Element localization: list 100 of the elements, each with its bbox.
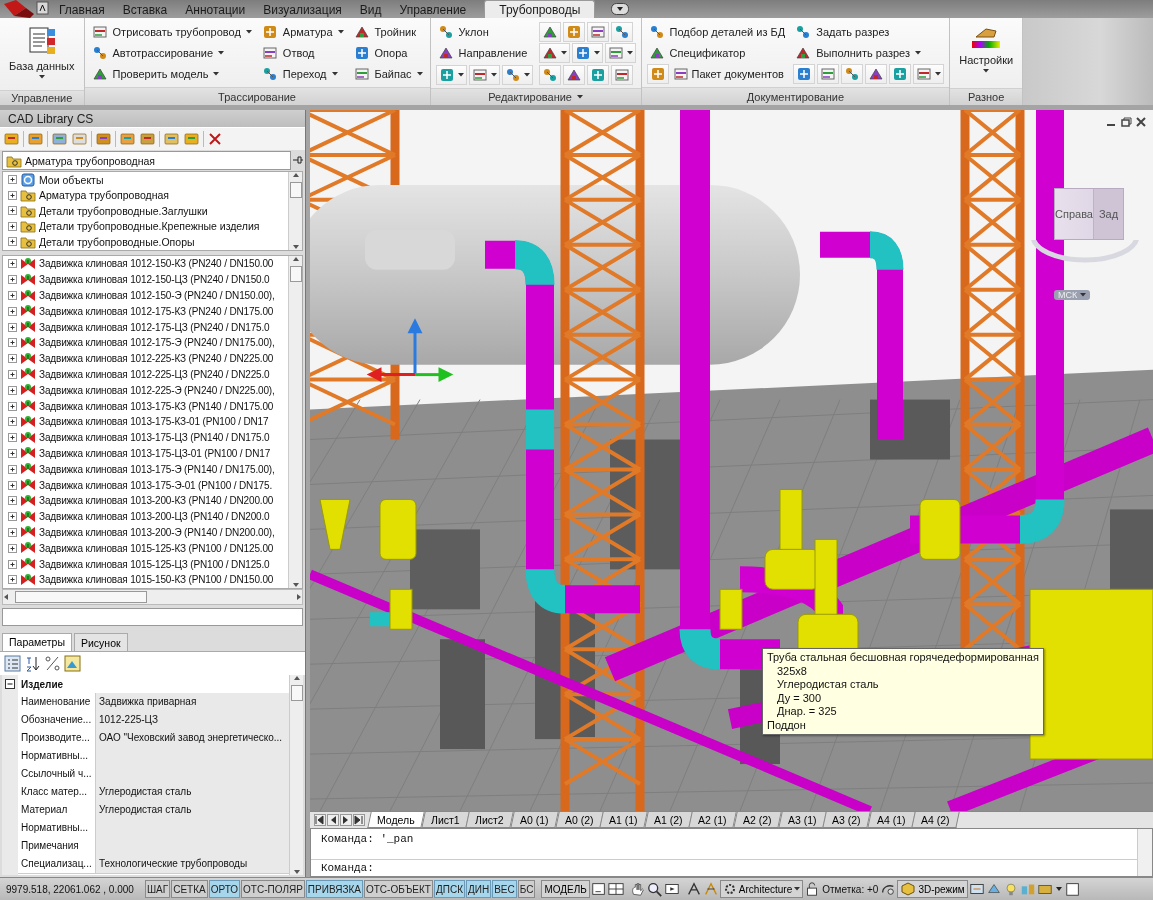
ribbon-tab[interactable]: Визуализация [255, 0, 350, 18]
scroll-down-icon[interactable] [292, 869, 301, 875]
expand-icon[interactable] [8, 338, 17, 348]
expand-icon[interactable] [8, 496, 17, 506]
ribbon-button[interactable]: Подбор деталей из БД [646, 21, 788, 42]
toolbar-tool-icon[interactable] [119, 130, 136, 148]
status-toggle-button[interactable]: ВЕС [492, 880, 517, 898]
expand-icon[interactable] [8, 417, 17, 427]
status-toggle-button[interactable]: ДИН [465, 880, 492, 898]
ribbon-large-button[interactable]: Настройки [955, 21, 1018, 85]
property-value[interactable]: Задвижка приварная [96, 692, 289, 712]
layout-tab[interactable]: Лист2 [465, 812, 514, 828]
layout-tab[interactable]: Модель [367, 812, 425, 828]
status-toggle-button[interactable]: СЕТКА [171, 880, 208, 898]
scroll-right-icon[interactable] [296, 593, 302, 601]
scroll-left-icon[interactable] [3, 593, 9, 601]
panel-title-button[interactable]: Редактирование [430, 88, 641, 105]
library-item[interactable]: Задвижка клиновая 1013-175-Э (PN140 / DN175.00), [3, 461, 288, 478]
vertical-scrollbar[interactable] [288, 172, 302, 250]
expand-icon[interactable] [8, 275, 17, 285]
layout-tab[interactable]: A4 (1) [867, 812, 916, 828]
ribbon-icon-button[interactable] [817, 63, 840, 84]
ribbon-icon-button[interactable] [468, 64, 500, 85]
tree-item[interactable]: Детали трубопроводные.Опоры [3, 234, 288, 250]
library-item[interactable]: Задвижка клиновая 1013-200-КЗ (PN140 / DN200.00 [3, 492, 288, 509]
expand-icon[interactable] [8, 385, 17, 395]
ribbon-icon-button[interactable] [501, 64, 533, 85]
library-item[interactable]: Задвижка клиновая 1012-225-Э (PN240 / DN225.00), [3, 382, 288, 399]
library-item[interactable]: Задвижка клиновая 1015-125-КЗ (PN100 / DN125.00 [3, 540, 288, 557]
expand-icon[interactable] [8, 190, 17, 200]
expand-icon[interactable] [8, 206, 17, 216]
library-item[interactable]: Задвижка клиновая 1012-175-Э (PN240 / DN175.00), [3, 335, 288, 351]
ribbon-button[interactable]: Спецификатор [646, 42, 788, 63]
expand-icon[interactable] [8, 401, 17, 411]
expand-icon[interactable] [8, 237, 17, 247]
ribbon-icon-button[interactable] [913, 63, 945, 84]
library-item[interactable]: Задвижка клиновая 1015-125-ЦЗ (PN100 / DN125.0 [3, 556, 288, 572]
layout-tab[interactable]: A3 (1) [777, 812, 826, 828]
status-toggle-button[interactable]: ШАГ [144, 880, 171, 898]
layout-tab[interactable]: A2 (2) [733, 812, 782, 828]
percent-icon[interactable] [44, 655, 61, 672]
showmotion-icon[interactable] [663, 881, 680, 897]
ribbon-button[interactable]: Направление [435, 42, 533, 64]
status-toggle-button[interactable]: БС [517, 880, 536, 898]
scroll-down-icon[interactable] [291, 244, 300, 250]
panel-tab[interactable]: Параметры [2, 633, 72, 651]
layout-icon[interactable] [590, 881, 607, 897]
ribbon-icon-button[interactable] [610, 21, 633, 42]
ribbon-button[interactable]: Проверить модель [89, 63, 254, 84]
ribbon-tab[interactable]: Вставка [114, 0, 176, 18]
pan-icon[interactable] [629, 881, 646, 897]
status-toggle-button[interactable]: ПРИВЯЗКА [305, 880, 363, 898]
library-item[interactable]: Задвижка клиновая 1012-175-КЗ (PN240 / DN175.00 [3, 303, 288, 320]
pin-icon[interactable] [291, 155, 303, 165]
scrollbar-thumb[interactable] [15, 591, 147, 603]
toolbar-tool-icon[interactable] [27, 130, 44, 148]
ribbon-icon-button[interactable] [604, 43, 636, 63]
layout-tab[interactable]: A0 (1) [510, 812, 559, 828]
library-item[interactable]: Задвижка клиновая 1013-200-Э (PN140 / DN200.00), [3, 524, 288, 541]
toolbar-tool-icon[interactable] [163, 130, 180, 148]
ribbon-icon-button[interactable] [538, 43, 570, 63]
command-prompt[interactable]: Команда: [311, 859, 1137, 876]
ribbon-button[interactable]: Арматура [259, 21, 346, 42]
ribbon-button[interactable]: Пакет документов [670, 63, 786, 84]
ribbon-icon-button[interactable] [841, 63, 864, 84]
clean-screen-icon[interactable] [1064, 881, 1081, 897]
tree-item[interactable]: Арматура трубопроводная [3, 187, 288, 203]
next-icon[interactable] [340, 814, 352, 826]
toolbar-tool-icon[interactable] [183, 130, 200, 148]
tree-item[interactable]: Детали трубопроводные.Крепежные изделия [3, 218, 288, 234]
layout-tab[interactable]: A4 (2) [911, 812, 960, 828]
expand-icon[interactable] [8, 322, 17, 332]
expand-icon[interactable] [8, 221, 17, 231]
library-item[interactable]: Задвижка клиновая 1013-175-Э-01 (PN100 / DN175. [3, 477, 288, 493]
ribbon-large-button[interactable]: База данных [5, 23, 79, 87]
expand-icon[interactable] [8, 175, 17, 185]
expand-icon[interactable] [8, 575, 17, 585]
status-toggle-button[interactable]: ДПСК [433, 880, 465, 898]
close-icon[interactable] [1135, 116, 1147, 128]
ribbon-button[interactable]: Опора [351, 42, 425, 63]
expand-icon[interactable] [8, 464, 17, 474]
ribbon-tab[interactable]: Главная [51, 0, 113, 18]
layout-tab[interactable]: A3 (2) [822, 812, 871, 828]
panel-tab[interactable]: Рисунок [74, 633, 128, 651]
expand-icon[interactable] [8, 354, 17, 364]
library-item[interactable]: Задвижка клиновая 1013-175-КЗ-01 (PN100 / DN17 [3, 413, 288, 430]
viewports-icon[interactable] [607, 881, 624, 897]
ribbon-icon-button[interactable] [571, 43, 603, 63]
ribbon-icon-button[interactable] [586, 21, 609, 42]
expand-icon[interactable] [8, 448, 17, 458]
expand-icon[interactable] [8, 527, 17, 537]
restore-icon[interactable] [1120, 116, 1132, 128]
horizontal-scrollbar[interactable] [2, 589, 303, 605]
last-icon[interactable] [353, 814, 365, 826]
ribbon-tab[interactable]: Управление [391, 0, 475, 18]
layout-tab[interactable]: A0 (2) [554, 812, 603, 828]
ribbon-button[interactable]: Автотрассирование [89, 42, 254, 63]
expand-icon[interactable] [8, 291, 17, 300]
layout-tab[interactable]: A1 (1) [599, 812, 648, 828]
ribbon-icon-button[interactable] [435, 64, 467, 85]
